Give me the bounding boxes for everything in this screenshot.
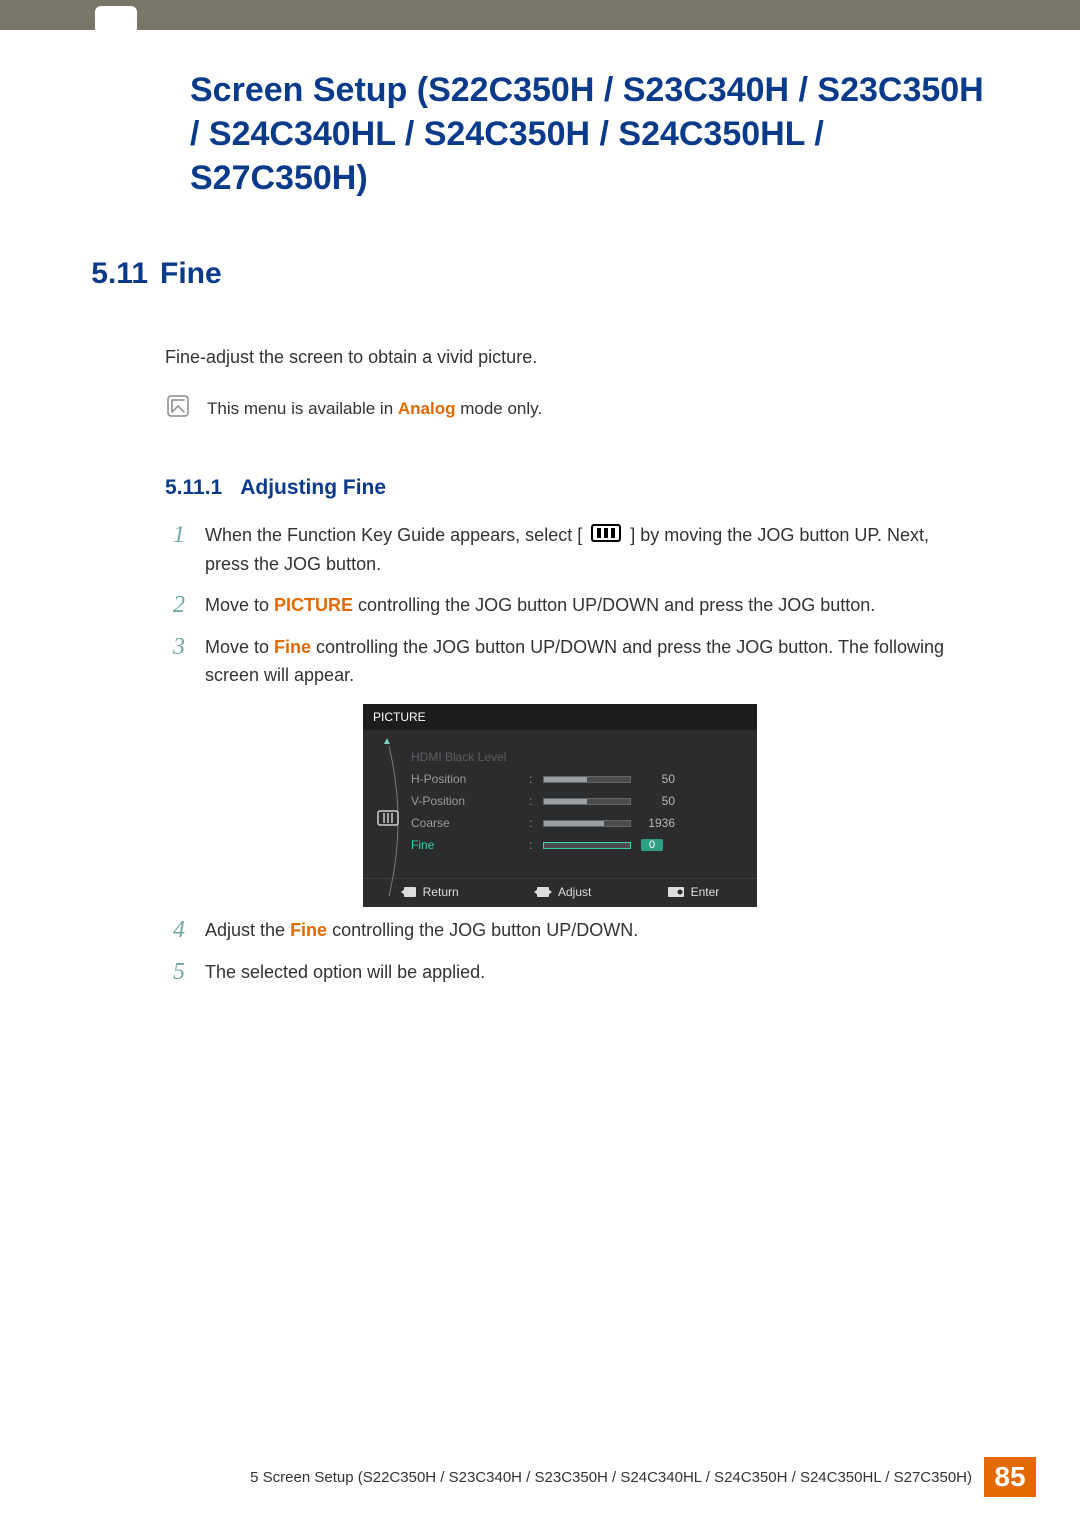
step2-pre: Move to [205, 595, 274, 615]
note-row: This menu is available in Analog mode on… [165, 393, 955, 424]
note-icon [165, 393, 191, 424]
step3-accent: Fine [274, 637, 311, 657]
page-footer: 5 Screen Setup (S22C350H / S23C340H / S2… [0, 1457, 1080, 1497]
osd-item-coarse: Coarse : 1936 [411, 812, 743, 834]
step4-post: controlling the JOG button UP/DOWN. [327, 920, 638, 940]
osd-panel: PICTURE ▲ [363, 704, 757, 907]
top-bar [0, 0, 1080, 30]
note-accent: Analog [398, 399, 456, 418]
step1-pre: When the Function Key Guide appears, sel… [205, 525, 582, 545]
step3-post: controlling the JOG button UP/DOWN and p… [205, 637, 944, 685]
screen-icon [377, 810, 399, 829]
step2-accent: PICTURE [274, 595, 353, 615]
chapter-tab-marker [95, 6, 137, 40]
step-number: 4 [165, 917, 185, 943]
step-number: 2 [165, 592, 185, 618]
step-5: 5 The selected option will be applied. [165, 959, 955, 987]
osd-slider-fill [544, 777, 587, 782]
osd-title: PICTURE [363, 704, 757, 730]
osd-slider [543, 820, 631, 827]
intro-text: Fine-adjust the screen to obtain a vivid… [165, 343, 955, 372]
note-suffix: mode only. [455, 399, 542, 418]
step-text: Adjust the Fine controlling the JOG butt… [205, 917, 955, 945]
osd-item-v-position: V-Position : 50 [411, 790, 743, 812]
osd-slider [543, 842, 631, 849]
osd-item-label: HDMI Black Level [411, 750, 521, 764]
subsection-title: Adjusting Fine [240, 476, 386, 500]
footer-text: 5 Screen Setup (S22C350H / S23C340H / S2… [250, 1469, 972, 1486]
osd-item-label: Coarse [411, 816, 521, 830]
step-number: 5 [165, 959, 185, 985]
section-title: Fine [160, 257, 222, 291]
step-2: 2 Move to PICTURE controlling the JOG bu… [165, 592, 955, 620]
step-4: 4 Adjust the Fine controlling the JOG bu… [165, 917, 955, 945]
osd-items: HDMI Black Level H-Position : 50 V-Posit… [411, 730, 757, 878]
colon: : [529, 816, 535, 830]
osd-footer-label: Enter [691, 885, 720, 899]
colon: : [529, 838, 535, 852]
osd-item-value: 0 [641, 839, 663, 851]
step2-post: controlling the JOG button UP/DOWN and p… [353, 595, 875, 615]
osd-footer: Return Adjust Enter [363, 878, 757, 907]
step4-accent: Fine [290, 920, 327, 940]
page-number-badge: 85 [984, 1457, 1036, 1497]
osd-item-label: Fine [411, 838, 521, 852]
step-3: 3 Move to Fine controlling the JOG butto… [165, 634, 955, 690]
subsection-number: 5.11.1 [165, 476, 222, 500]
step-text: The selected option will be applied. [205, 959, 955, 987]
osd-item-value: 50 [641, 772, 675, 786]
osd-item-value: 50 [641, 794, 675, 808]
osd-figure: PICTURE ▲ [165, 704, 955, 907]
osd-slider [543, 798, 631, 805]
osd-item-label: V-Position [411, 794, 521, 808]
osd-item-h-position: H-Position : 50 [411, 768, 743, 790]
osd-footer-return: Return [401, 885, 459, 899]
step3-pre: Move to [205, 637, 274, 657]
osd-footer-enter: Enter [667, 885, 720, 899]
step-1: 1 When the Function Key Guide appears, s… [165, 522, 955, 578]
step-text: Move to PICTURE controlling the JOG butt… [205, 592, 955, 620]
note-prefix: This menu is available in [207, 399, 398, 418]
step-number: 1 [165, 522, 185, 548]
osd-slider-fill [544, 799, 587, 804]
step-text: When the Function Key Guide appears, sel… [205, 522, 955, 578]
subsection-heading: 5.11.1 Adjusting Fine [165, 476, 955, 500]
osd-item-label: H-Position [411, 772, 521, 786]
step4-pre: Adjust the [205, 920, 290, 940]
osd-item-value: 1936 [641, 816, 675, 830]
step-number: 3 [165, 634, 185, 660]
note-text: This menu is available in Analog mode on… [207, 399, 542, 419]
osd-slider-fill [544, 821, 604, 826]
colon: : [529, 794, 535, 808]
step-text: Move to Fine controlling the JOG button … [205, 634, 955, 690]
chapter-title: Screen Setup (S22C350H / S23C340H / S23C… [190, 68, 990, 201]
step-list: 1 When the Function Key Guide appears, s… [165, 522, 955, 987]
section-heading: 5.11 Fine [0, 257, 1080, 291]
osd-item-fine: Fine : 0 [411, 834, 743, 856]
colon: : [529, 772, 535, 786]
menu-icon [591, 523, 621, 551]
osd-item-hdmi-black-level: HDMI Black Level [411, 746, 743, 768]
osd-footer-label: Return [423, 885, 459, 899]
osd-slider [543, 776, 631, 783]
section-number: 5.11 [0, 257, 160, 291]
osd-footer-adjust: Adjust [534, 885, 591, 899]
osd-footer-label: Adjust [558, 885, 591, 899]
